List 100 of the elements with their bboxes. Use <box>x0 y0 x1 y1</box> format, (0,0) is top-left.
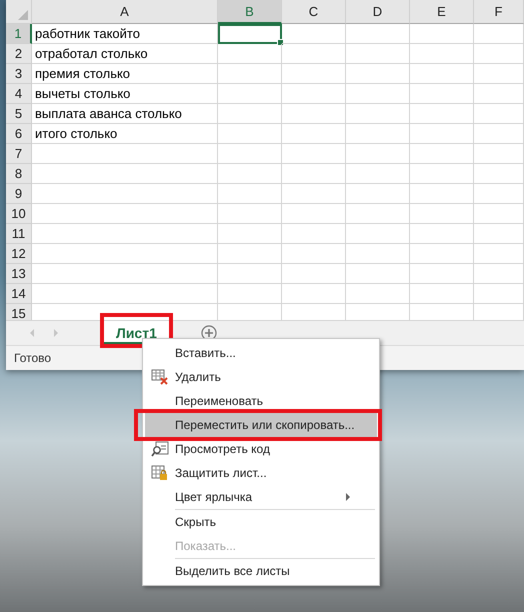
table-cell <box>410 124 474 144</box>
row-header[interactable]: 4 <box>6 84 32 104</box>
table-cell <box>218 244 282 264</box>
column-header[interactable]: E <box>410 0 474 24</box>
column-header[interactable]: A <box>32 0 218 24</box>
status-text: Готово <box>14 351 52 365</box>
table-cell <box>282 144 346 164</box>
table-cell <box>410 104 474 124</box>
menu-item[interactable]: Переименовать <box>145 389 377 413</box>
table-cell <box>282 64 346 84</box>
menu-item[interactable]: Скрыть <box>145 510 377 534</box>
table-cell <box>346 224 410 244</box>
table-cell <box>346 204 410 224</box>
table-cell <box>218 264 282 284</box>
table-cell: итого столько <box>32 124 218 144</box>
row-header[interactable]: 11 <box>6 224 32 244</box>
table-cell <box>218 284 282 304</box>
submenu-arrow-icon <box>345 493 351 501</box>
column-header[interactable]: B <box>218 0 282 24</box>
table-cell <box>474 164 524 184</box>
menu-item[interactable]: Просмотреть код <box>145 437 377 461</box>
table-cell <box>346 164 410 184</box>
column-header[interactable]: C <box>282 0 346 24</box>
table-cell <box>474 84 524 104</box>
table-cell <box>282 24 346 44</box>
row-header[interactable]: 15 <box>6 304 32 320</box>
row-header[interactable]: 10 <box>6 204 32 224</box>
table-cell <box>282 204 346 224</box>
table-cell <box>474 264 524 284</box>
table-cell <box>346 64 410 84</box>
table-cell <box>218 184 282 204</box>
table-cell <box>218 44 282 64</box>
table-cell <box>474 244 524 264</box>
table-cell <box>474 64 524 84</box>
table-cell <box>346 24 410 44</box>
table-cell <box>346 44 410 64</box>
row-header[interactable]: 2 <box>6 44 32 64</box>
row-header[interactable]: 9 <box>6 184 32 204</box>
table-cell <box>282 244 346 264</box>
table-cell <box>410 164 474 184</box>
row-header[interactable]: 12 <box>6 244 32 264</box>
table-cell <box>474 204 524 224</box>
table-cell <box>282 44 346 64</box>
column-header[interactable]: D <box>346 0 410 24</box>
table-cell <box>218 124 282 144</box>
row-header[interactable]: 13 <box>6 264 32 284</box>
table-cell <box>410 264 474 284</box>
menu-item[interactable]: Цвет ярлычка <box>145 485 377 509</box>
table-cell <box>474 44 524 64</box>
table-cell: премия столько <box>32 64 218 84</box>
row-header[interactable]: 3 <box>6 64 32 84</box>
table-cell: отработал столько <box>32 44 218 64</box>
table-cell <box>282 124 346 144</box>
table-cell <box>346 244 410 264</box>
table-cell <box>346 104 410 124</box>
table-cell <box>410 64 474 84</box>
table-cell <box>218 144 282 164</box>
menu-item[interactable]: Удалить <box>145 365 377 389</box>
table-cell <box>410 204 474 224</box>
table-cell <box>410 24 474 44</box>
table-cell <box>218 64 282 84</box>
row-header[interactable]: 14 <box>6 284 32 304</box>
row-header[interactable]: 1 <box>6 24 32 44</box>
table-cell <box>410 184 474 204</box>
selected-cell <box>218 24 282 44</box>
table-cell <box>410 224 474 244</box>
add-sheet-icon[interactable] <box>200 325 217 341</box>
corner-triangle-icon <box>18 10 28 20</box>
menu-item[interactable]: Переместить или скопировать... <box>145 413 377 437</box>
menu-item[interactable]: Выделить все листы <box>145 559 377 583</box>
table-cell <box>218 104 282 124</box>
table-cell <box>474 24 524 44</box>
table-cell <box>474 104 524 124</box>
table-cell <box>346 184 410 204</box>
table-cell <box>474 124 524 144</box>
scroll-left-icon[interactable] <box>28 328 36 338</box>
table-cell <box>282 164 346 184</box>
table-cell <box>282 104 346 124</box>
protect-sheet-icon <box>151 465 169 481</box>
table-cell <box>410 44 474 64</box>
view-code-icon <box>151 441 169 457</box>
table-cell <box>474 184 524 204</box>
table-cell <box>346 264 410 284</box>
table-cell <box>218 224 282 244</box>
table-cell <box>282 224 346 244</box>
row-header[interactable]: 5 <box>6 104 32 124</box>
select-all-corner[interactable] <box>6 0 32 24</box>
row-header[interactable]: 6 <box>6 124 32 144</box>
table-cell: вычеты столько <box>32 84 218 104</box>
table-cell <box>218 164 282 184</box>
row-header[interactable]: 8 <box>6 164 32 184</box>
row-header[interactable]: 7 <box>6 144 32 164</box>
table-cell: работник такойто <box>32 24 218 44</box>
scroll-right-icon[interactable] <box>52 328 60 338</box>
menu-item[interactable]: Защитить лист... <box>145 461 377 485</box>
table-cell <box>410 84 474 104</box>
table-cell <box>410 144 474 164</box>
table-cell <box>474 224 524 244</box>
table-cell <box>218 204 282 224</box>
column-header[interactable]: F <box>474 0 524 24</box>
